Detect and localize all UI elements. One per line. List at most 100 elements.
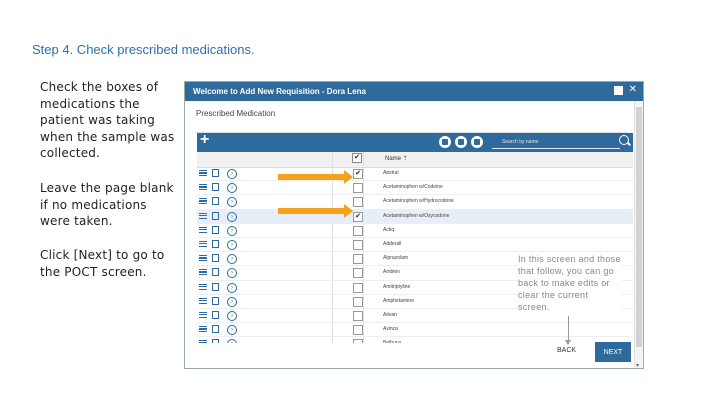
- name-column-header[interactable]: Name ⇡: [385, 155, 408, 162]
- medication-name: Acetaminophen w/Oxycodone: [383, 212, 450, 219]
- table-row[interactable]: › Actiq: [197, 224, 633, 238]
- search-input[interactable]: Search by name: [492, 135, 620, 149]
- table-row[interactable]: › ✔ Abstral: [197, 167, 633, 182]
- menu-icon[interactable]: [199, 283, 207, 290]
- medication-checkbox[interactable]: [353, 282, 363, 293]
- medication-checkbox[interactable]: [353, 296, 363, 307]
- medication-checkbox[interactable]: [353, 197, 363, 208]
- callout-arrow: [278, 204, 353, 218]
- menu-icon[interactable]: [199, 240, 207, 247]
- menu-icon[interactable]: [199, 184, 207, 191]
- arrow-circle-icon[interactable]: ›: [227, 296, 237, 307]
- step-title: Step 4. Check prescribed medications.: [32, 42, 255, 57]
- add-requisition-dialog: Welcome to Add New Requisition - Dora Le…: [184, 81, 644, 369]
- table-row[interactable]: › Acetaminophen w/Codeine: [197, 181, 633, 196]
- arrow-circle-icon[interactable]: ›: [227, 310, 237, 321]
- table-row[interactable]: › ✔ Acetaminophen w/Oxycodone: [197, 209, 633, 224]
- arrow-circle-icon[interactable]: ›: [227, 225, 237, 236]
- arrow-circle-icon[interactable]: ›: [227, 197, 237, 208]
- document-icon[interactable]: [212, 239, 219, 248]
- document-icon[interactable]: [212, 268, 219, 277]
- medication-checkbox[interactable]: [353, 254, 363, 265]
- medication-name: Acetaminophen w/Hydrocodone: [383, 198, 454, 205]
- document-icon[interactable]: [212, 339, 219, 343]
- menu-icon[interactable]: [199, 198, 207, 205]
- instruction-click-next: Click [Next] to go to the POCT screen.: [40, 248, 165, 279]
- medication-checkbox[interactable]: [353, 310, 363, 321]
- scrollbar[interactable]: ▾: [634, 101, 643, 368]
- medication-checkbox[interactable]: ✔: [353, 211, 363, 222]
- document-icon[interactable]: [212, 197, 219, 206]
- menu-icon[interactable]: [199, 311, 207, 318]
- menu-icon[interactable]: [199, 255, 207, 262]
- table-row[interactable]: › Acetaminophen w/Hydrocodone: [197, 195, 633, 210]
- maximize-icon[interactable]: [613, 85, 623, 95]
- next-button[interactable]: NEXT: [595, 342, 631, 362]
- medication-name: Acetaminophen w/Codeine: [383, 184, 443, 191]
- select-all-checkbox[interactable]: ✔: [352, 153, 362, 163]
- arrow-circle-icon[interactable]: ›: [227, 169, 237, 179]
- menu-icon[interactable]: [199, 269, 207, 276]
- instruction-check-boxes: Check the boxes of medications the patie…: [40, 80, 175, 160]
- medication-checkbox[interactable]: [353, 325, 363, 336]
- medication-name: Amitriptyline: [383, 283, 411, 290]
- medication-name: Ativan: [383, 311, 397, 318]
- document-icon[interactable]: [212, 325, 219, 334]
- search-icon[interactable]: [619, 135, 629, 145]
- medication-checkbox[interactable]: [353, 339, 363, 343]
- arrow-circle-icon[interactable]: ›: [227, 268, 237, 279]
- menu-icon[interactable]: [199, 226, 207, 233]
- instruction-leave-blank: Leave the page blank if no medications w…: [40, 181, 174, 228]
- menu-icon[interactable]: [199, 340, 207, 343]
- print-icon[interactable]: [439, 136, 451, 148]
- arrow-circle-icon[interactable]: ›: [227, 282, 237, 293]
- menu-icon[interactable]: [199, 326, 207, 333]
- medication-checkbox[interactable]: [353, 183, 363, 194]
- table-row[interactable]: › Adderall: [197, 238, 633, 253]
- section-title: Prescribed Medication: [196, 109, 276, 118]
- medication-name: Avinza: [383, 326, 398, 333]
- medication-checkbox[interactable]: ✔: [353, 169, 363, 179]
- table-header: ✔ Name ⇡: [197, 152, 633, 168]
- document-icon[interactable]: [212, 225, 219, 234]
- print-icon[interactable]: [455, 136, 467, 148]
- arrow-circle-icon[interactable]: ›: [227, 183, 237, 194]
- arrow-circle-icon[interactable]: ›: [227, 325, 237, 336]
- pointer-arrow: [565, 316, 571, 345]
- medication-name: Belbuca: [383, 340, 401, 343]
- arrow-circle-icon[interactable]: ›: [227, 254, 237, 265]
- medication-name: Ambien: [383, 269, 400, 276]
- close-icon[interactable]: ✕: [629, 85, 637, 95]
- document-icon[interactable]: [212, 282, 219, 291]
- menu-icon[interactable]: [199, 212, 207, 219]
- plus-icon[interactable]: +: [200, 131, 209, 149]
- arrow-circle-icon[interactable]: ›: [227, 211, 237, 222]
- document-icon[interactable]: [212, 211, 219, 220]
- arrow-circle-icon[interactable]: ›: [227, 339, 237, 343]
- medication-name: Alprazolam: [383, 255, 409, 262]
- document-icon[interactable]: [212, 310, 219, 319]
- document-icon[interactable]: [212, 296, 219, 305]
- document-icon[interactable]: [212, 169, 219, 177]
- menu-icon[interactable]: [199, 297, 207, 304]
- dialog-title: Welcome to Add New Requisition - Dora Le…: [193, 87, 366, 96]
- medication-checkbox[interactable]: [353, 225, 363, 236]
- medication-name: Amphetamine: [383, 297, 414, 304]
- callout-arrow: [278, 170, 353, 184]
- medication-toolbar: + Search by name: [197, 131, 633, 152]
- arrow-circle-icon[interactable]: ›: [227, 239, 237, 250]
- document-icon[interactable]: [212, 254, 219, 263]
- scroll-thumb[interactable]: [636, 107, 642, 347]
- medication-name: Abstral: [383, 170, 399, 176]
- menu-icon[interactable]: [199, 170, 207, 176]
- medication-checkbox[interactable]: [353, 239, 363, 250]
- medication-checkbox[interactable]: [353, 268, 363, 279]
- scroll-down-icon[interactable]: ▾: [636, 362, 639, 368]
- back-button[interactable]: BACK: [557, 347, 576, 354]
- dialog-titlebar: Welcome to Add New Requisition - Dora Le…: [185, 82, 643, 101]
- document-icon[interactable]: [212, 183, 219, 192]
- note-text: In this screen and those that follow, yo…: [518, 253, 622, 313]
- medication-name: Adderall: [383, 240, 402, 247]
- medication-name: Actiq: [383, 226, 395, 233]
- print-icon[interactable]: [471, 136, 483, 148]
